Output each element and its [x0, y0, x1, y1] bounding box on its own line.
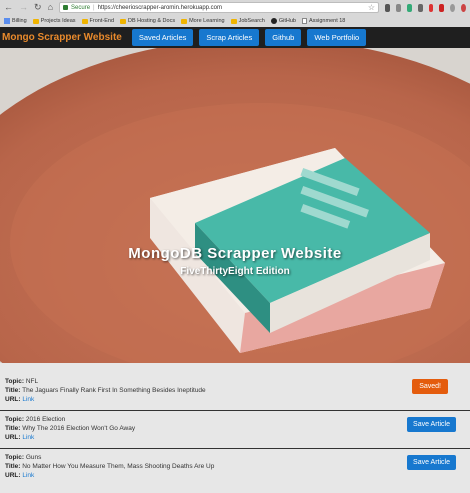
bookmark-more-learning[interactable]: More Learning — [181, 18, 225, 24]
extension-icon[interactable] — [395, 3, 401, 12]
hero-subtitle: FiveThirtyEight Edition — [180, 266, 290, 277]
article-topic: Guns — [25, 454, 42, 461]
nav-github[interactable]: Github — [265, 29, 302, 46]
browser-chrome: ← → ↻ ⌂ Secure | https://cheerioscrapper… — [0, 0, 470, 27]
nav-saved-articles[interactable]: Saved Articles — [131, 29, 194, 46]
secure-label: Secure — [71, 4, 91, 11]
article-title: Why The 2016 Election Won't Go Away — [22, 425, 136, 432]
bookmark-front-end[interactable]: Front-End — [81, 18, 114, 24]
article-item: Topic: Guns Title: No Matter How You Mea… — [0, 449, 470, 487]
back-icon[interactable]: ← — [4, 3, 13, 12]
extension-icon[interactable] — [417, 3, 423, 12]
article-link[interactable]: Link — [22, 396, 34, 403]
bookmarks-bar: Billing Projects Ideas Front-End DB Host… — [0, 15, 470, 27]
forward-icon[interactable]: → — [19, 3, 28, 12]
bookmark-assignment-18[interactable]: Assignment 18 — [301, 18, 345, 24]
article-list: Topic: NFL Title: The Jaguars Finally Ra… — [0, 363, 470, 487]
topic-label: Topic: — [5, 416, 25, 423]
lock-icon — [63, 5, 69, 10]
title-label: Title: — [5, 463, 21, 470]
title-label: Title: — [5, 425, 21, 432]
bookmark-apps-icon — [4, 18, 10, 24]
article-link[interactable]: Link — [22, 472, 34, 479]
address-bar[interactable]: Secure | https://cheerioscrapper-aromin.… — [59, 2, 380, 13]
topic-label: Topic: — [5, 454, 25, 461]
browser-toolbar: ← → ↻ ⌂ Secure | https://cheerioscrapper… — [0, 0, 470, 15]
article-title: The Jaguars Finally Rank First In Someth… — [22, 387, 206, 394]
folder-icon — [32, 18, 39, 24]
nav-scrap-articles[interactable]: Scrap Articles — [199, 29, 260, 46]
article-title: No Matter How You Measure Them, Mass Sho… — [22, 463, 215, 470]
url-label: URL: — [5, 472, 21, 479]
url-separator: | — [93, 4, 95, 11]
article-topic: NFL — [25, 378, 39, 385]
github-icon — [270, 18, 277, 24]
hero-banner: MongoDB Scrapper Website FiveThirtyEight… — [0, 48, 470, 363]
url-label: URL: — [5, 434, 21, 441]
profile-icon[interactable] — [461, 3, 467, 12]
bookmark-billing[interactable]: Billing — [4, 18, 27, 24]
article-topic: 2016 Election — [25, 416, 66, 423]
folder-icon — [120, 18, 127, 24]
bookmark-db-hosting[interactable]: DB Hosting & Docs — [120, 18, 175, 24]
save-article-button[interactable]: Save Article — [407, 455, 456, 470]
url-text: https://cheerioscrapper-aromin.herokuapp… — [97, 4, 223, 11]
site-brand[interactable]: Mongo Scrapper Website — [2, 32, 122, 43]
title-label: Title: — [5, 387, 21, 394]
extension-icon[interactable] — [406, 3, 412, 12]
document-icon — [301, 18, 307, 24]
article-item: Topic: 2016 Election Title: Why The 2016… — [0, 411, 470, 449]
save-article-button[interactable]: Save Article — [407, 417, 456, 432]
extension-icon[interactable] — [385, 3, 390, 12]
reload-icon[interactable]: ↻ — [34, 3, 42, 12]
site-navbar: Mongo Scrapper Website Saved Articles Sc… — [0, 27, 470, 48]
topic-label: Topic: — [5, 378, 25, 385]
bookmark-projects-ideas[interactable]: Projects Ideas — [32, 18, 76, 24]
hero-title: MongoDB Scrapper Website — [128, 245, 342, 262]
bookmark-github[interactable]: GitHub — [270, 18, 296, 24]
saved-button[interactable]: Saved! — [412, 379, 448, 394]
home-icon[interactable]: ⌂ — [48, 3, 53, 12]
folder-icon — [230, 18, 237, 24]
extension-icon[interactable] — [439, 3, 445, 12]
extension-icon[interactable] — [428, 3, 434, 12]
bookmark-star-icon[interactable]: ☆ — [368, 3, 375, 12]
article-link[interactable]: Link — [22, 434, 34, 441]
nav-web-portfolio[interactable]: Web Portfolio — [307, 29, 367, 46]
folder-icon — [181, 18, 188, 24]
url-label: URL: — [5, 396, 21, 403]
folder-icon — [81, 18, 88, 24]
hero-image — [0, 48, 470, 363]
article-item: Topic: NFL Title: The Jaguars Finally Ra… — [0, 373, 470, 411]
bookmark-jobsearch[interactable]: JobSearch — [230, 18, 265, 24]
extension-icon[interactable] — [450, 3, 456, 12]
